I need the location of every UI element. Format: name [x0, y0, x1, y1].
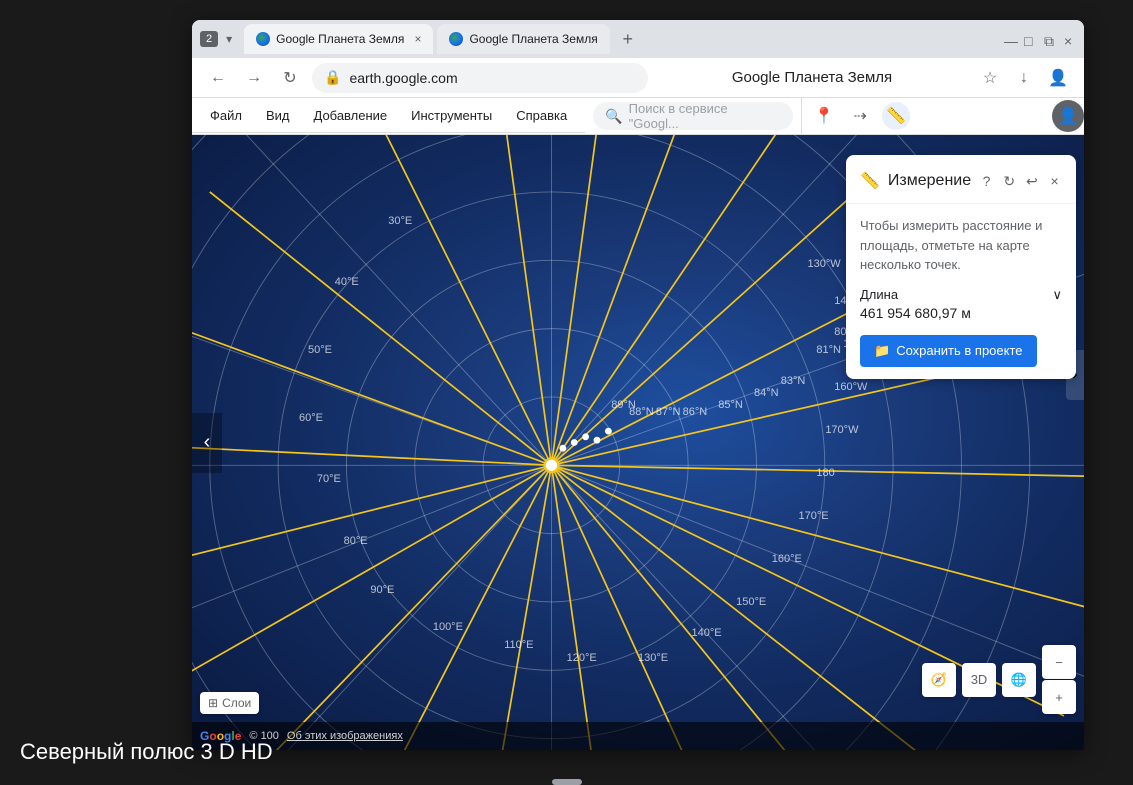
loading-bar [552, 779, 582, 785]
layers-button[interactable]: ⊞ Слои [200, 692, 259, 714]
address-input[interactable]: 🔒 earth.google.com [312, 63, 648, 93]
length-dropdown-icon[interactable]: ∨ [1052, 287, 1062, 303]
ruler-tool[interactable]: 📏 [882, 102, 910, 130]
browser-window: 2 ▾ Google Планета Земля × Google Планет… [192, 20, 1084, 750]
panel-body: Чтобы измерить расстояние и площадь, отм… [846, 204, 1076, 379]
layers-icon: ⊞ [208, 696, 218, 710]
address-bar: ← → ↻ 🔒 earth.google.com Google Планета … [192, 58, 1084, 98]
panel-length-row: Длина ∨ [860, 287, 1062, 303]
menu-tools[interactable]: Инструменты [401, 104, 502, 127]
close-icon: × [1051, 173, 1059, 189]
globe-icon: 🌐 [1011, 672, 1027, 688]
search-bar: 🔍 Поиск в сервисе "Googl... [585, 98, 802, 134]
tab-counter[interactable]: 2 [200, 31, 218, 47]
toolbar-right: ☆ ↓ 👤 [976, 64, 1072, 92]
tab-1-favicon [256, 32, 270, 46]
page-title: Google Планета Земля [656, 69, 968, 86]
length-value: 461 954 680,97 м [860, 305, 1062, 321]
zoom-in-button[interactable]: + [1042, 680, 1076, 714]
tab-controls: — □ ⧉ × [1004, 33, 1076, 45]
avatar-icon: 👤 [1058, 106, 1078, 126]
save-btn-label: Сохранить в проекте [896, 343, 1022, 358]
address-text: earth.google.com [349, 70, 636, 86]
panel-ruler-icon: 📏 [860, 171, 880, 191]
back-icon: ← [210, 69, 226, 87]
compass-icon: 🧭 [931, 672, 947, 688]
menu-bar: Файл Вид Добавление Инструменты Справка [192, 99, 585, 133]
save-btn-icon: 📁 [874, 343, 890, 359]
path-tool[interactable]: ⇢ [846, 102, 874, 130]
menu-help[interactable]: Справка [506, 104, 577, 127]
map-controls: 🧭 3D 🌐 − + [922, 645, 1076, 714]
bottom-bar: Google © 100 Об этих изображениях [192, 722, 1084, 750]
panel-refresh-button[interactable]: ↻ [1002, 167, 1017, 195]
location-tool[interactable]: 📍 [810, 102, 838, 130]
tab-2[interactable]: Google Планета Земля [437, 24, 609, 54]
search-input-box[interactable]: 🔍 Поиск в сервисе "Googl... [593, 102, 793, 130]
forward-button[interactable]: → [240, 64, 268, 92]
bookmark-icon: ☆ [983, 68, 997, 88]
tab-2-favicon [449, 32, 463, 46]
panel-description: Чтобы измерить расстояние и площадь, отм… [860, 216, 1062, 275]
panel-help-button[interactable]: ? [979, 167, 994, 195]
restore-button[interactable]: ⧉ [1044, 33, 1056, 45]
menu-view[interactable]: Вид [256, 104, 300, 127]
profile-icon: 👤 [1048, 68, 1068, 88]
maximize-button[interactable]: □ [1024, 33, 1036, 45]
measurement-panel: 📏 Измерение ? ↻ ↩ × Чтобы [846, 155, 1076, 379]
tab-chevron-icon[interactable]: ▾ [226, 32, 232, 46]
zoom-in-icon: + [1055, 690, 1063, 705]
minimize-button[interactable]: — [1004, 33, 1016, 45]
zoom-out-icon: − [1055, 655, 1063, 670]
map-canvas: 30°E 40°E 50°E 60°E 70°E 80°E 90°E 100°E… [192, 135, 1084, 750]
tab-1[interactable]: Google Планета Земля × [244, 24, 433, 54]
panel-header: 📏 Измерение ? ↻ ↩ × [846, 155, 1076, 204]
forward-icon: → [246, 69, 262, 87]
menu-add[interactable]: Добавление [304, 104, 398, 127]
3d-label: 3D [971, 672, 988, 687]
panel-close-button[interactable]: × [1047, 167, 1062, 195]
length-label: Длина [860, 287, 898, 302]
3d-button[interactable]: 3D [962, 663, 996, 697]
tab-1-close[interactable]: × [414, 32, 421, 46]
zoom-out-button[interactable]: − [1042, 645, 1076, 679]
search-placeholder: Поиск в сервисе "Googl... [629, 101, 782, 131]
panel-undo-button[interactable]: ↩ [1025, 167, 1040, 195]
undo-icon: ↩ [1026, 173, 1038, 190]
tab-2-label: Google Планета Земля [469, 32, 597, 46]
reload-icon: ↻ [283, 68, 296, 88]
new-tab-button[interactable]: + [614, 25, 642, 53]
back-button[interactable]: ← [204, 64, 232, 92]
panel-title: Измерение [888, 172, 971, 190]
toolbar-tools: 📍 ⇢ 📏 [810, 102, 910, 130]
bookmark-button[interactable]: ☆ [976, 64, 1004, 92]
layers-label: Слои [222, 696, 251, 710]
search-icon: 🔍 [605, 108, 622, 125]
images-link[interactable]: Об этих изображениях [287, 730, 403, 742]
menu-file[interactable]: Файл [200, 104, 252, 127]
globe-view-button[interactable]: 🌐 [1002, 663, 1036, 697]
left-arrow-icon: ‹ [204, 431, 211, 454]
lock-icon: 🔒 [324, 69, 341, 86]
tab-bar: 2 ▾ Google Планета Земля × Google Планет… [192, 20, 1084, 58]
profile-button[interactable]: 👤 [1044, 64, 1072, 92]
compass-button[interactable]: 🧭 [922, 663, 956, 697]
left-arrow-button[interactable]: ‹ [192, 413, 222, 473]
close-button[interactable]: × [1064, 33, 1076, 45]
user-avatar[interactable]: 👤 [1052, 100, 1084, 132]
refresh-icon: ↻ [1003, 173, 1015, 190]
tab-1-label: Google Планета Земля [276, 32, 404, 46]
reload-button[interactable]: ↻ [276, 64, 304, 92]
download-icon: ↓ [1020, 69, 1028, 87]
page-caption: Северный полюс 3 D HD [20, 739, 273, 765]
save-to-project-button[interactable]: 📁 Сохранить в проекте [860, 335, 1037, 367]
download-button[interactable]: ↓ [1010, 64, 1038, 92]
map-area[interactable]: 30°E 40°E 50°E 60°E 70°E 80°E 90°E 100°E… [192, 135, 1084, 750]
help-icon: ? [983, 173, 991, 189]
